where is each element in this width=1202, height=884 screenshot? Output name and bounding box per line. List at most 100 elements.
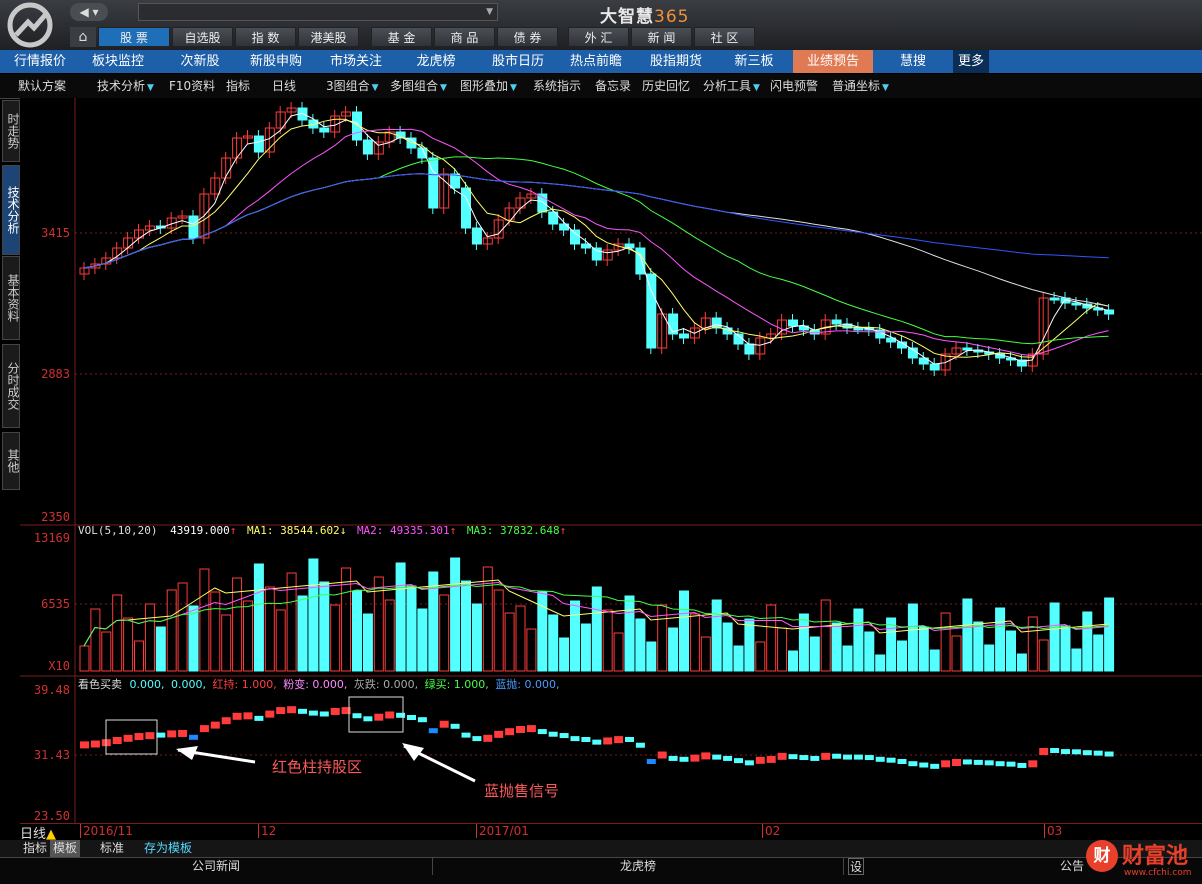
indicator-bar	[973, 759, 983, 765]
top-nav-item[interactable]: 社 区	[694, 27, 755, 47]
settings-button[interactable]: 设	[848, 858, 864, 875]
top-nav-item[interactable]: 商 品	[434, 27, 495, 47]
function-nav-item[interactable]: 行情报价	[0, 50, 80, 73]
toolbar-item[interactable]: 系统指示	[533, 76, 581, 96]
volume-bar	[733, 645, 744, 672]
function-nav-item[interactable]: 股指期货	[636, 50, 716, 73]
indicator-bar	[548, 731, 558, 737]
function-nav-item[interactable]: 股市日历	[476, 50, 560, 73]
toolbar-item[interactable]: 技术分析 ▼	[97, 76, 154, 96]
date-axis-label: 2016/11	[80, 824, 133, 838]
indicator-bar	[853, 754, 863, 760]
indicator-bar	[516, 726, 525, 733]
indicator-bar	[1104, 751, 1114, 757]
top-nav-item[interactable]: 港美股	[298, 27, 359, 47]
top-nav-item[interactable]: 基 金	[371, 27, 432, 47]
side-tab[interactable]: 分时成交	[2, 344, 20, 428]
watermark-text: 财富池	[1122, 844, 1189, 869]
indicator-bar	[178, 729, 188, 737]
function-nav-item[interactable]: 慧搜	[873, 50, 953, 73]
side-tab[interactable]: 时走势	[2, 100, 20, 162]
volume-bar	[461, 580, 471, 672]
function-nav-item[interactable]: 更多	[953, 50, 989, 73]
candle-body	[591, 247, 602, 261]
candle-body	[929, 363, 940, 371]
indicator-bar	[635, 742, 645, 748]
side-tab[interactable]: 技术分析	[2, 165, 20, 255]
toolbar-item[interactable]: 默认方案	[18, 76, 66, 96]
bottom-tab[interactable]: 标准	[92, 840, 132, 857]
indicator-bar	[755, 756, 765, 764]
toolbar-item[interactable]: 3图组合 ▼	[326, 76, 379, 96]
indicator-bar	[832, 753, 842, 759]
chevron-down-icon: ▼	[486, 7, 493, 17]
annotation-red-hold: 红色柱持股区	[272, 758, 362, 776]
volume-bar	[155, 626, 166, 672]
kline-chart-area[interactable]: 3415 2883 2350 13169 6535 X10 39.48 31.4…	[20, 98, 1202, 824]
volume-bar	[548, 614, 559, 672]
toolbar-item[interactable]: 指标	[226, 76, 250, 96]
indicator-bar	[1093, 750, 1103, 756]
indicator-bar	[668, 755, 678, 761]
side-tab[interactable]: 基本资料	[2, 256, 20, 340]
function-nav-item[interactable]: 市场关注	[316, 50, 396, 73]
volume-bar	[918, 626, 929, 672]
indicator-bar	[123, 734, 133, 742]
indicator-bar	[352, 713, 362, 719]
back-button[interactable]: ◀ ▾	[70, 3, 108, 21]
candle-body	[570, 229, 580, 245]
bottom-tab[interactable]: 模板	[50, 840, 80, 857]
volume-bar	[722, 622, 733, 672]
toolbar-item[interactable]: 多图组合 ▼	[390, 76, 447, 96]
volume-bar	[417, 608, 428, 672]
top-nav-item[interactable]: 外 汇	[568, 27, 629, 47]
volume-bar	[853, 608, 864, 672]
toolbar-item[interactable]: 日线	[272, 76, 296, 96]
top-nav-item[interactable]: 指 数	[235, 27, 296, 47]
watermark-url: www.cfchi.com	[1124, 868, 1192, 878]
toolbar-item-label: 图形叠加	[460, 79, 509, 93]
bottom-tab[interactable]: 存为模板	[140, 840, 196, 857]
indicator-bar	[494, 730, 504, 738]
date-axis-label: 2017/01	[476, 824, 529, 838]
indicator-bar	[897, 759, 907, 764]
function-nav-item[interactable]: 板块监控	[82, 50, 154, 73]
function-nav-item[interactable]: 次新股	[160, 50, 240, 73]
bottom-tab[interactable]: 指标	[20, 840, 50, 857]
indicator-bar	[483, 734, 493, 742]
notice-tab[interactable]: 公告	[1060, 858, 1084, 875]
toolbar-item[interactable]: 普通坐标 ▼	[832, 76, 889, 96]
side-tab[interactable]: 其他	[2, 432, 20, 490]
indicator-bar	[1082, 750, 1092, 756]
candle-body	[461, 187, 471, 229]
home-icon[interactable]: ⌂	[70, 27, 96, 47]
function-nav-item[interactable]: 新股申购	[240, 50, 312, 73]
toolbar-item[interactable]: 闪电预警	[770, 76, 818, 96]
candle-body	[1104, 309, 1115, 315]
top-nav-item[interactable]: 股 票	[98, 27, 170, 47]
toolbar-item-label: 3图组合	[326, 79, 370, 93]
function-nav-item[interactable]: 新三板	[716, 50, 792, 73]
toolbar-item[interactable]: 分析工具 ▼	[703, 76, 760, 96]
indicator-bar	[1061, 749, 1070, 755]
top-nav-item[interactable]: 债 券	[497, 27, 558, 47]
toolbar-item[interactable]: 历史回忆	[642, 76, 690, 96]
indicator-bar	[363, 716, 373, 722]
toolbar-item[interactable]: 图形叠加 ▼	[460, 76, 517, 96]
indicator-bar	[843, 754, 852, 760]
top-nav-item[interactable]: 自选股	[172, 27, 233, 47]
indicator-bar	[930, 763, 940, 769]
price-tick-high: 3415	[41, 226, 70, 240]
company-news-tab[interactable]: 公司新闻	[0, 858, 433, 875]
address-dropdown[interactable]: ▼	[138, 3, 498, 21]
function-nav-item[interactable]: 龙虎榜	[396, 50, 476, 73]
function-nav-item[interactable]: 热点前瞻	[556, 50, 636, 73]
toolbar-item[interactable]: F10资料	[169, 76, 215, 96]
indicator-bar	[396, 712, 406, 718]
dragon-tiger-tab[interactable]: 龙虎榜	[433, 858, 844, 875]
indicator-bar	[919, 762, 929, 768]
top-nav-item[interactable]: 新 闻	[631, 27, 692, 47]
toolbar-item[interactable]: 备忘录	[595, 76, 631, 96]
volume-bar	[1049, 602, 1060, 672]
function-nav-item[interactable]: 业绩预告	[793, 50, 873, 73]
